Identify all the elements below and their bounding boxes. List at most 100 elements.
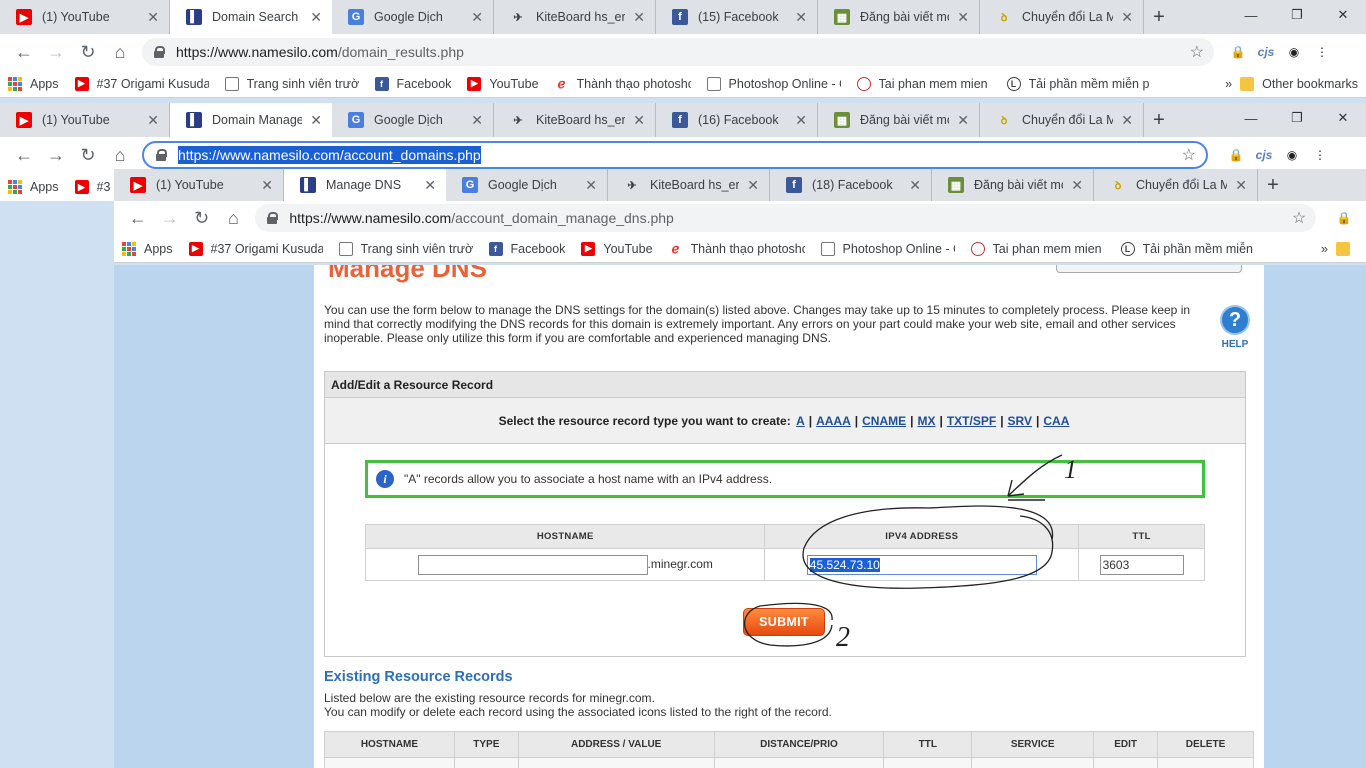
bookmarks-overflow-icon[interactable]: »: [1225, 77, 1232, 91]
close-icon[interactable]: ✕: [957, 112, 969, 129]
tab-dang-bai[interactable]: ▦ Đăng bài viết mới ✕: [932, 169, 1094, 201]
bookmark-photoshop-online[interactable]: Photoshop Online - C: [706, 76, 841, 91]
ttl-input[interactable]: 3603: [1099, 554, 1184, 575]
bookmark-star-icon[interactable]: ☆: [1190, 42, 1204, 62]
profile-avatar[interactable]: ◉: [1280, 38, 1308, 66]
reload-button[interactable]: ↻: [186, 202, 218, 234]
close-icon[interactable]: ✕: [1121, 112, 1133, 129]
close-window-icon[interactable]: ✕: [1320, 0, 1366, 30]
bookmark-star-icon[interactable]: ☆: [1182, 145, 1196, 165]
tab-manage-dns[interactable]: ▌ Manage DNS ✕: [284, 169, 446, 201]
tab-google-dich[interactable]: G Google Dịch ✕: [446, 169, 608, 201]
bookmark-tai-phan-mem[interactable]: Tai phan mem mien p: [856, 76, 991, 91]
cjs-extension-icon[interactable]: cjs: [1252, 38, 1280, 66]
bookmark-tai-phan-mem-2[interactable]: L Tải phần mềm miễn p: [1006, 76, 1179, 91]
address-bar[interactable]: https://www.namesilo.com/domain_results.…: [142, 38, 1214, 66]
bookmark-trang-sinh-vien[interactable]: Trang sinh viên trườn: [338, 241, 473, 256]
close-icon[interactable]: ✕: [909, 177, 921, 194]
restore-icon[interactable]: ❐: [1274, 0, 1320, 30]
bookmark-apps[interactable]: Apps: [8, 76, 59, 91]
close-icon[interactable]: ✕: [747, 177, 759, 194]
home-button[interactable]: ⌂: [104, 36, 136, 68]
close-icon[interactable]: ✕: [147, 112, 159, 129]
home-button[interactable]: ⌂: [218, 202, 250, 234]
folder-icon[interactable]: [1336, 241, 1358, 256]
tab-chuyen-doi[interactable]: ꝺ Chuyển đổi La Mỹ ✕: [1094, 169, 1258, 201]
close-icon[interactable]: ✕: [585, 177, 597, 194]
ipv4-input[interactable]: 45.524.73.10: [806, 554, 1037, 575]
tab-youtube[interactable]: ▶ (1) YouTube ✕: [0, 103, 170, 137]
close-icon[interactable]: ✕: [471, 112, 483, 129]
tab-domain-search[interactable]: ▌Domain Search Re✕: [170, 0, 332, 34]
bookmark-photoshop[interactable]: ℯ Thành thạo photoshc: [555, 76, 691, 91]
tab-google-dich[interactable]: G Google Dịch ✕: [332, 103, 494, 137]
forward-button[interactable]: →: [40, 139, 72, 171]
tab-chuyen-doi[interactable]: ꝺ Chuyển đổi La Mỹ ✕: [980, 103, 1144, 137]
tab-youtube[interactable]: ▶ (1) YouTube ✕: [114, 169, 284, 201]
rtype-srv-link[interactable]: SRV: [1008, 414, 1032, 428]
tab-facebook[interactable]: f (16) Facebook ✕: [656, 103, 818, 137]
new-tab-button[interactable]: +: [1144, 103, 1174, 137]
bookmark-photoshop[interactable]: ℯ Thành thạo photoshc: [669, 241, 805, 256]
menu-icon[interactable]: ⋮: [1308, 38, 1336, 66]
extension-icon[interactable]: 🔒: [1222, 141, 1250, 169]
tab-kiteboard[interactable]: ✈KiteBoard hs_err_p✕: [494, 0, 656, 34]
minimize-icon[interactable]: —: [1228, 0, 1274, 30]
close-icon[interactable]: ✕: [471, 9, 483, 26]
tab-dang-bai[interactable]: ▦ Đăng bài viết mới ✕: [818, 103, 980, 137]
rtype-a-link[interactable]: A: [796, 414, 805, 428]
tab-domain-manager[interactable]: ▌ Domain Manager ✕: [170, 103, 332, 137]
bookmark-tai-phan-mem[interactable]: Tai phan mem mien p: [970, 241, 1105, 256]
extension-icon[interactable]: 🔒: [1224, 38, 1252, 66]
hostname-input[interactable]: [417, 554, 648, 575]
help-button[interactable]: ? HELP: [1220, 305, 1250, 350]
close-icon[interactable]: ✕: [261, 177, 273, 194]
top-button-edge[interactable]: [1056, 265, 1242, 273]
bookmarks-overflow-icon[interactable]: »: [1321, 242, 1328, 256]
bookmark-facebook[interactable]: f Facebook: [374, 76, 451, 91]
close-icon[interactable]: ✕: [310, 9, 322, 26]
rtype-aaaa-link[interactable]: AAAA: [816, 414, 851, 428]
close-icon[interactable]: ✕: [633, 112, 645, 129]
address-bar[interactable]: https://www.namesilo.com/account_domain_…: [255, 204, 1317, 232]
bookmark-youtube[interactable]: ▶ YouTube: [467, 76, 539, 91]
new-tab-button[interactable]: +: [1144, 0, 1174, 34]
tab-kiteboard[interactable]: ✈KiteBoard hs_err_p✕: [494, 103, 656, 137]
tab-facebook[interactable]: f (18) Facebook ✕: [770, 169, 932, 201]
tab-facebook[interactable]: f (15) Facebook ✕: [656, 0, 818, 34]
rtype-cname-link[interactable]: CNAME: [862, 414, 906, 428]
bookmark-tai-phan-mem-2[interactable]: L Tải phần mềm miễn p: [1120, 241, 1255, 256]
close-icon[interactable]: ✕: [310, 112, 322, 129]
back-button[interactable]: ←: [8, 36, 40, 68]
tab-google-dich[interactable]: G Google Dịch ✕: [332, 0, 494, 34]
bookmark-origami[interactable]: ▶ #37 Origami Kusudar: [74, 76, 209, 91]
bookmark-origami[interactable]: ▶ #3: [74, 180, 110, 194]
close-icon[interactable]: ✕: [795, 9, 807, 26]
close-icon[interactable]: ✕: [957, 9, 969, 26]
close-icon[interactable]: ✕: [424, 177, 436, 194]
cjs-extension-icon[interactable]: cjs: [1250, 141, 1278, 169]
close-icon[interactable]: ✕: [633, 9, 645, 26]
close-icon[interactable]: ✕: [1121, 9, 1133, 26]
back-button[interactable]: ←: [122, 202, 154, 234]
new-tab-button[interactable]: +: [1258, 169, 1288, 201]
close-icon[interactable]: ✕: [1235, 177, 1247, 194]
rtype-caa-link[interactable]: CAA: [1043, 414, 1069, 428]
bookmark-facebook[interactable]: f Facebook: [488, 241, 565, 256]
minimize-icon[interactable]: —: [1228, 103, 1274, 133]
close-icon[interactable]: ✕: [1071, 177, 1083, 194]
bookmark-apps[interactable]: Apps: [8, 180, 59, 194]
other-bookmarks[interactable]: Other bookmarks: [1240, 76, 1358, 91]
bookmark-youtube[interactable]: ▶ YouTube: [581, 241, 653, 256]
reload-button[interactable]: ↻: [72, 139, 104, 171]
bookmark-trang-sinh-vien[interactable]: Trang sinh viên trườn: [224, 76, 359, 91]
tab-kiteboard[interactable]: ✈KiteBoard hs_err_p✕: [608, 169, 770, 201]
close-icon[interactable]: ✕: [147, 9, 159, 26]
rtype-txt-link[interactable]: TXT/SPF: [947, 414, 996, 428]
address-bar[interactable]: https://www.namesilo.com/account_domains…: [142, 141, 1208, 169]
reload-button[interactable]: ↻: [72, 36, 104, 68]
bookmark-photoshop-online[interactable]: Photoshop Online - C: [820, 241, 955, 256]
submit-button[interactable]: SUBMIT: [743, 608, 825, 636]
extension-icon[interactable]: 🔒: [1330, 204, 1358, 232]
bookmark-origami[interactable]: ▶ #37 Origami Kusudar: [188, 241, 323, 256]
